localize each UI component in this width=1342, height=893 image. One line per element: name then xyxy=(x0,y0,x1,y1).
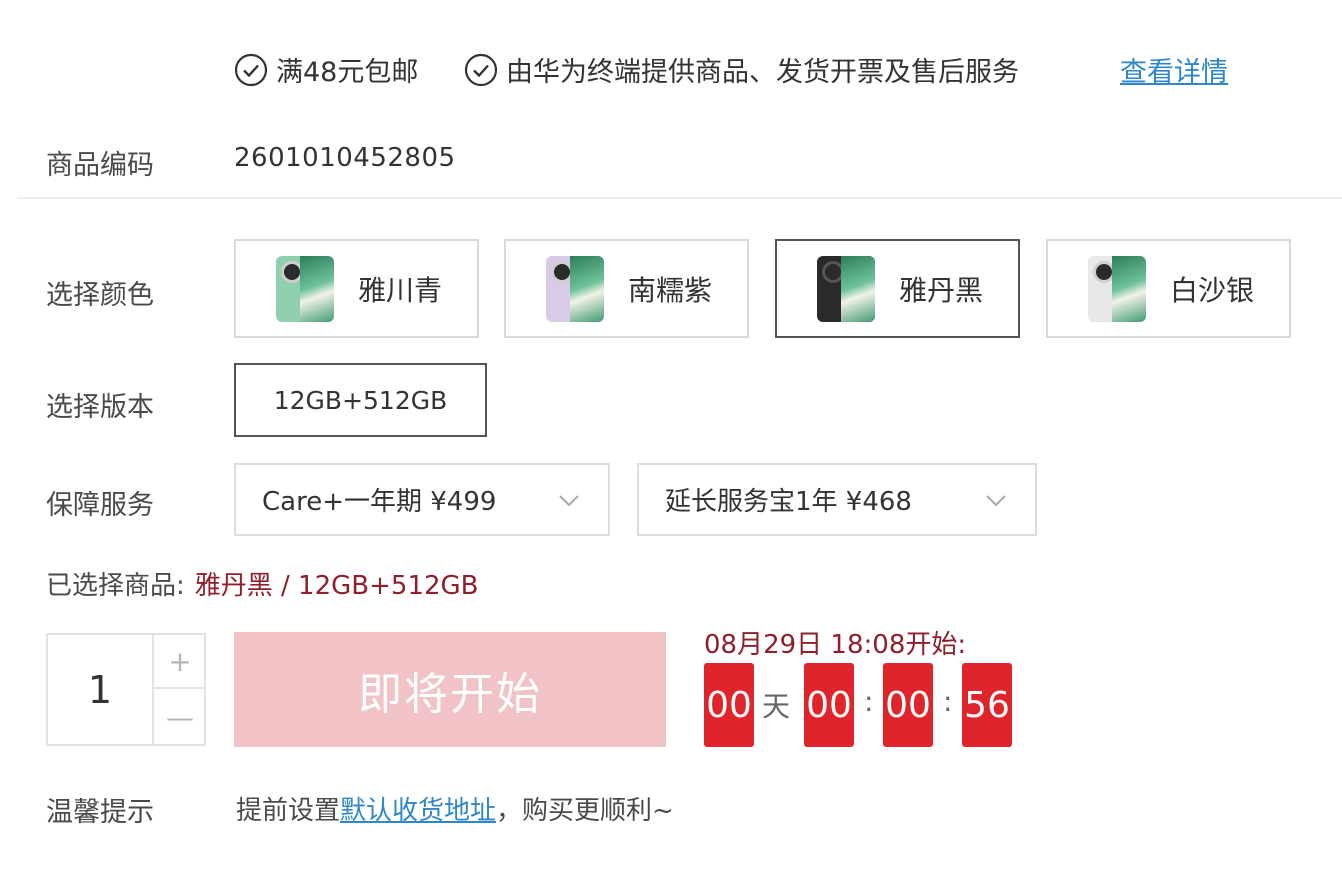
color-option-baishayin[interactable]: 白沙银 xyxy=(1046,239,1291,338)
version-option-12gb-512gb[interactable]: 12GB+512GB xyxy=(234,363,487,437)
selected-product: 已选择商品: 雅丹黑 / 12GB+512GB xyxy=(46,565,479,602)
tip-text: 提前设置默认收货地址，购买更顺利~ xyxy=(236,790,674,827)
free-shipping-service: 满48元包邮 xyxy=(234,50,418,89)
chevron-down-icon xyxy=(559,495,579,507)
coming-soon-button[interactable]: 即将开始 xyxy=(234,632,666,747)
countdown-hours: 00 xyxy=(804,663,854,747)
check-circle-icon xyxy=(234,53,268,86)
view-details-link[interactable]: 查看详情 xyxy=(1120,50,1228,89)
selected-product-label: 已选择商品: xyxy=(46,571,185,601)
check-circle-icon xyxy=(464,53,498,86)
product-code-value: 2601010452805 xyxy=(234,143,456,173)
color-option-label: 白沙银 xyxy=(1170,273,1255,307)
selected-product-value: 雅丹黑 / 12GB+512GB xyxy=(194,571,479,601)
phone-thumbnail-icon xyxy=(276,255,334,322)
extended-service-select-label: 延长服务宝1年 ¥468 xyxy=(665,487,912,517)
countdown-seconds: 56 xyxy=(962,663,1012,747)
color-option-label: 雅丹黑 xyxy=(899,273,984,307)
provider-text: 由华为终端提供商品、发货开票及售后服务 xyxy=(506,57,1019,88)
product-code-label: 商品编码 xyxy=(46,150,154,181)
version-label: 选择版本 xyxy=(46,392,154,423)
tip-label: 温馨提示 xyxy=(46,797,154,828)
color-option-label: 雅川青 xyxy=(358,273,443,307)
quantity-input[interactable]: 1 xyxy=(48,635,154,744)
quantity-minus-button[interactable]: — xyxy=(154,690,206,744)
countdown-minutes: 00 xyxy=(883,663,933,747)
countdown-separator: : xyxy=(864,685,874,718)
provider-service: 由华为终端提供商品、发货开票及售后服务 xyxy=(464,50,1019,89)
quantity-stepper: 1 + — xyxy=(46,633,206,746)
quantity-plus-button[interactable]: + xyxy=(154,635,206,689)
careplus-select[interactable]: Care+一年期 ¥499 xyxy=(234,463,610,536)
tip-prefix: 提前设置 xyxy=(236,796,341,826)
chevron-down-icon xyxy=(986,495,1006,507)
extended-service-select[interactable]: 延长服务宝1年 ¥468 xyxy=(637,463,1037,536)
careplus-select-label: Care+一年期 ¥499 xyxy=(262,487,497,517)
countdown-days: 00 xyxy=(704,663,754,747)
sale-start-time: 08月29日 18:08开始: xyxy=(704,630,967,660)
free-shipping-text: 满48元包邮 xyxy=(276,57,419,88)
section-divider xyxy=(18,197,1342,199)
color-option-yadanhei[interactable]: 雅丹黑 xyxy=(775,239,1020,338)
tip-suffix: ，购买更顺利~ xyxy=(496,796,674,826)
color-option-label: 南糯紫 xyxy=(628,273,713,307)
color-option-yachuanqing[interactable]: 雅川青 xyxy=(234,239,479,338)
protection-label: 保障服务 xyxy=(46,490,154,521)
phone-thumbnail-icon xyxy=(1088,255,1146,322)
color-option-nannuozi[interactable]: 南糯紫 xyxy=(504,239,749,338)
phone-thumbnail-icon xyxy=(546,255,604,322)
phone-thumbnail-icon xyxy=(817,255,875,322)
countdown-day-unit: 天 xyxy=(762,690,791,723)
default-address-link[interactable]: 默认收货地址 xyxy=(340,796,496,826)
countdown-separator: : xyxy=(943,685,953,718)
color-label: 选择颜色 xyxy=(46,280,154,311)
